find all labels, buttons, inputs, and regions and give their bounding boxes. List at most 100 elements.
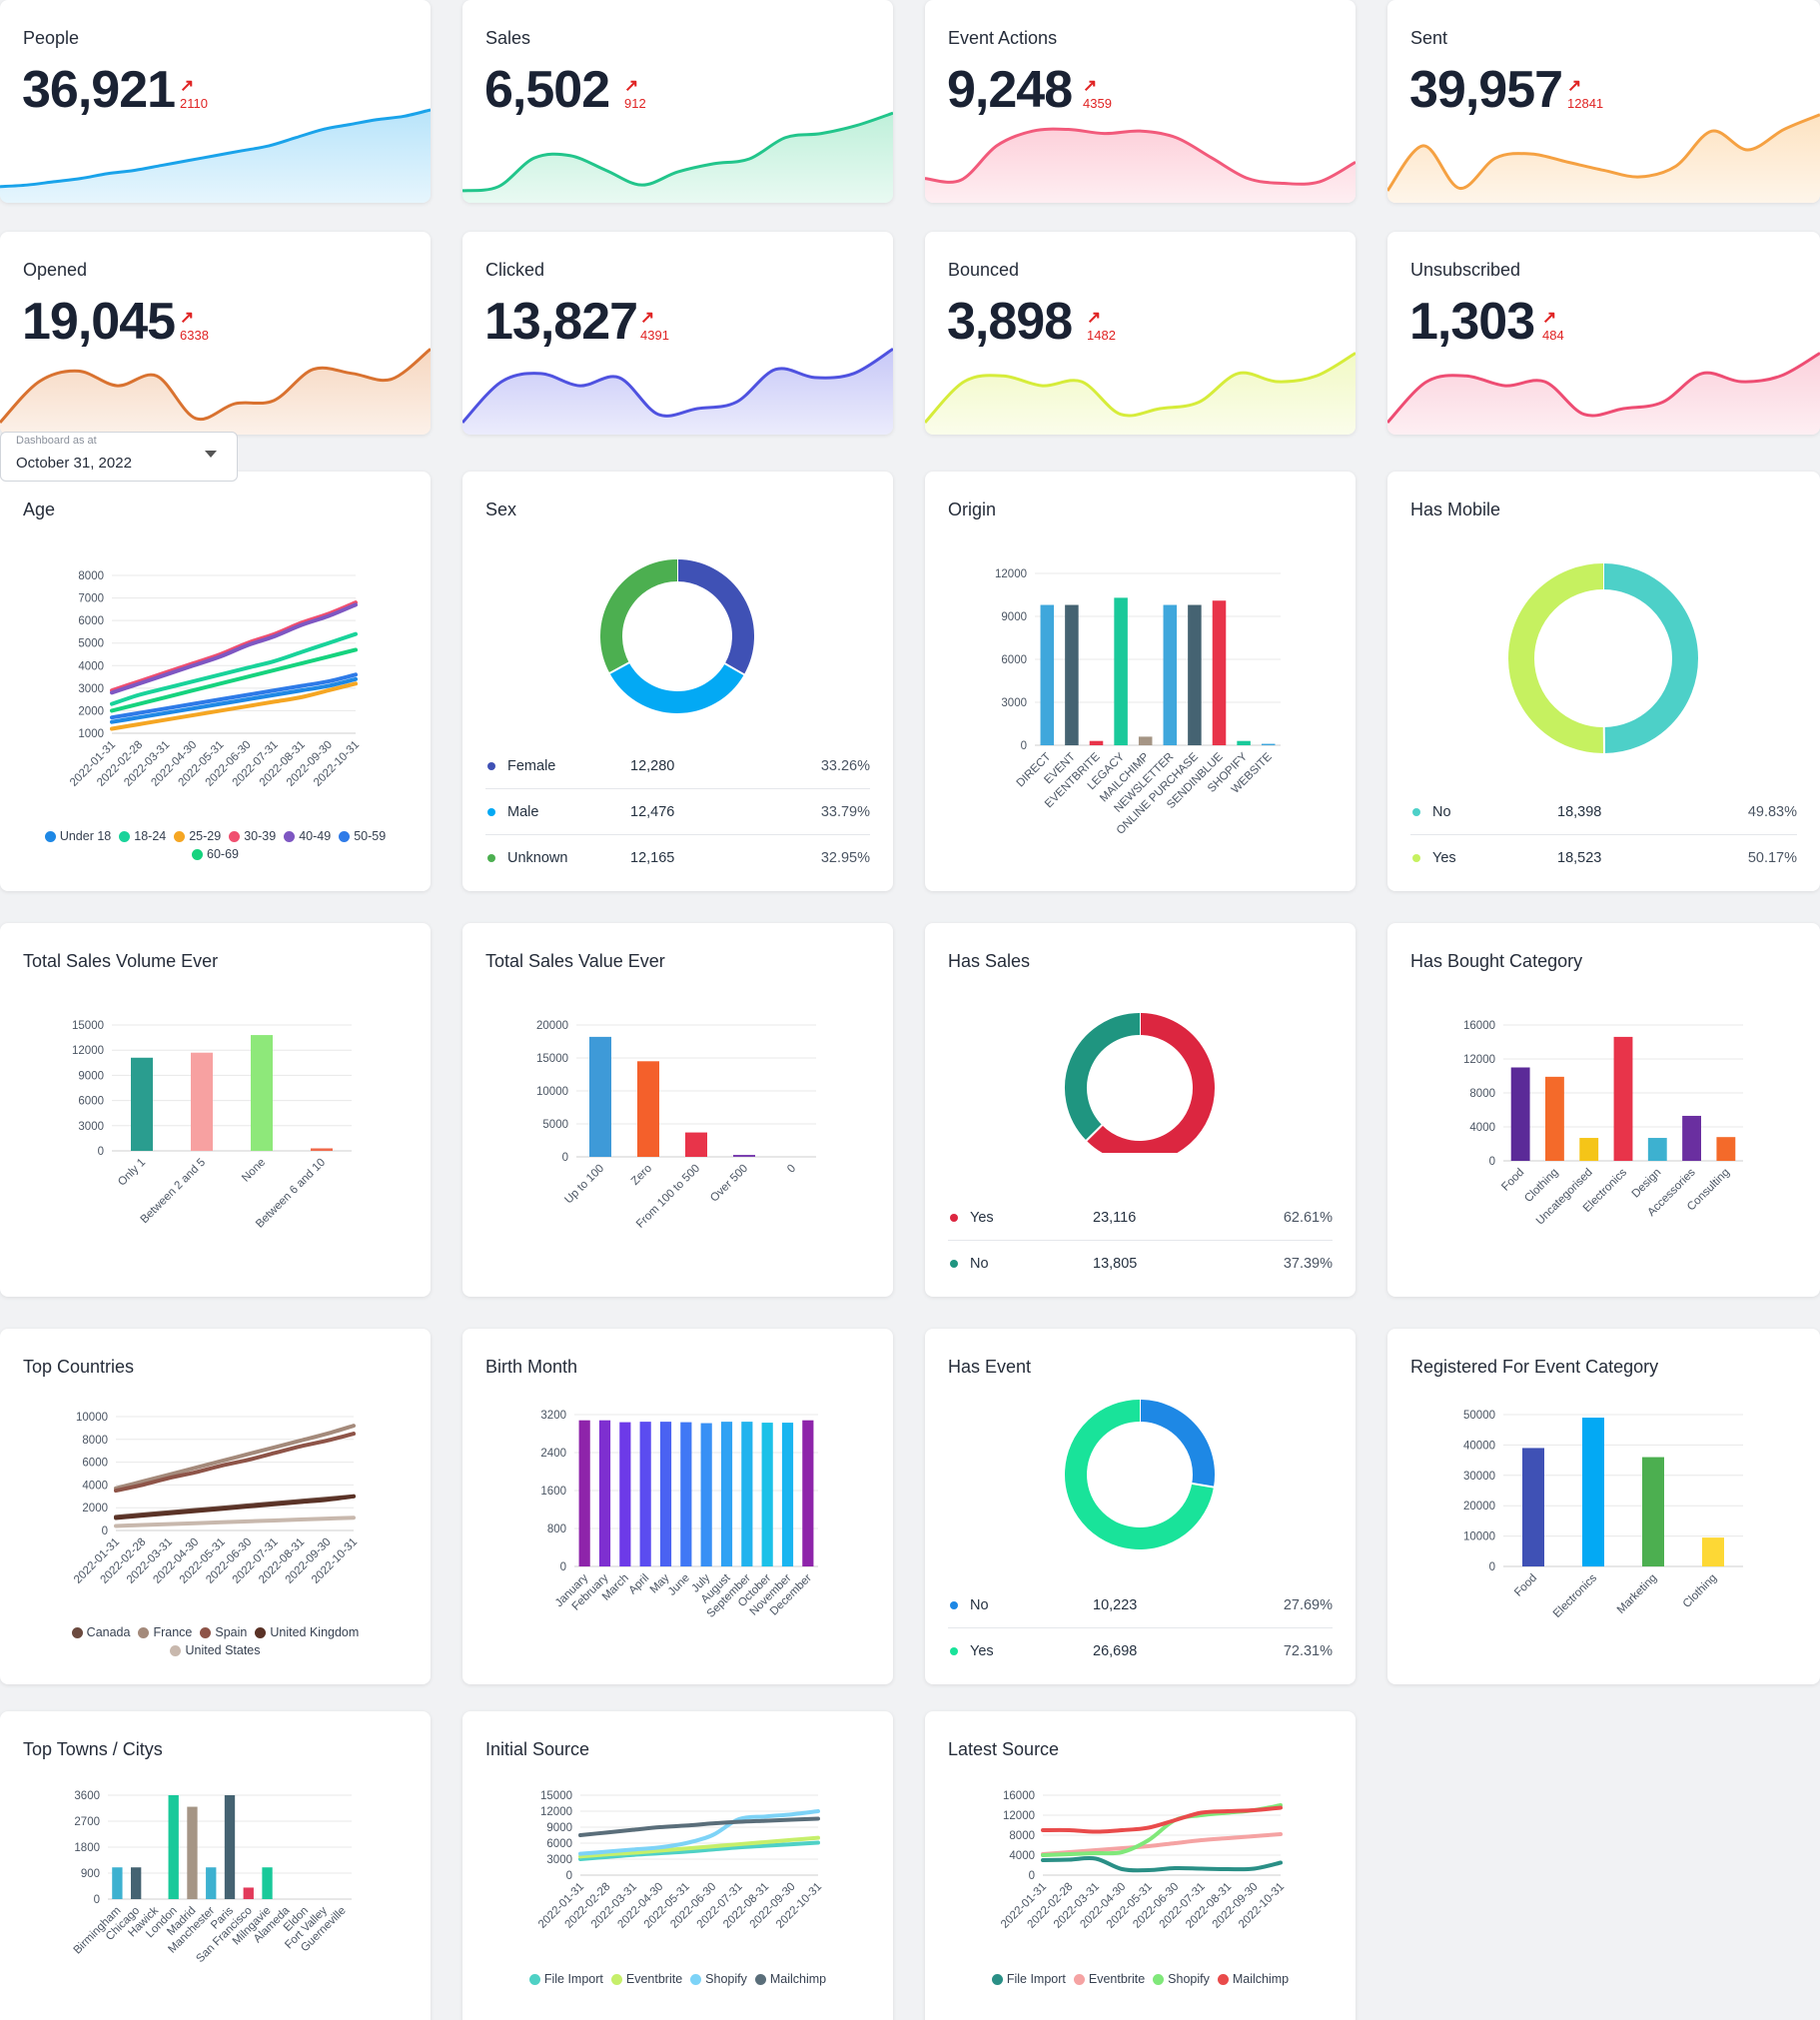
legend-item[interactable]: Spain — [200, 1625, 247, 1639]
legend-item[interactable]: 50-59 — [339, 829, 386, 843]
donut-slice — [1508, 563, 1605, 753]
donut-slice — [1065, 1013, 1141, 1141]
kpi-card-unsubscribed: Unsubscribed 1,303 ↗ 484 — [1387, 232, 1820, 435]
y-tick-label: 0 — [1029, 1870, 1035, 1882]
bar — [1261, 743, 1276, 745]
kpi-title: Opened — [23, 260, 88, 280]
table-row: No 13,805 37.39% — [948, 1241, 1333, 1287]
row-swatch — [487, 807, 495, 816]
kpi-sparkline — [925, 352, 1356, 435]
age-line-chart: 100020003000400050006000700080002022-01-… — [68, 570, 362, 789]
legend-swatch — [339, 830, 351, 842]
y-tick-label: 1000 — [78, 728, 104, 740]
legend-item[interactable]: Mailchimp — [754, 1972, 826, 1986]
row-label: Male — [507, 803, 539, 820]
registered-event-category-bar-chart: 0 10000 20000 30000 40000 50000 Food Electronic… — [1463, 1410, 1743, 1620]
y-tick-label: 10000 — [536, 1086, 568, 1098]
kpi-card-sales: Sales 6,502 ↗ 912 — [462, 0, 893, 203]
sparkline-area — [1387, 353, 1820, 435]
legend-label: 50-59 — [354, 829, 387, 843]
y-tick-label: 3000 — [78, 683, 104, 695]
sparkline-area — [1387, 114, 1820, 203]
legend-item[interactable]: 40-49 — [284, 829, 331, 843]
series-line — [1041, 1855, 1283, 1873]
has-sales-card: Has Sales Yes 23,116 62.61% No 13,805 37.39% — [925, 923, 1356, 1297]
bar — [741, 1422, 753, 1566]
x-tick-label: Only 1 — [116, 1157, 148, 1189]
table-row: Yes 26,698 72.31% — [948, 1628, 1333, 1674]
bar — [589, 1036, 611, 1157]
table-row: No 10,223 27.69% — [948, 1582, 1333, 1628]
y-tick-label: 0 — [98, 1146, 104, 1158]
legend-item[interactable]: Canada — [71, 1625, 131, 1639]
bar — [1163, 604, 1178, 745]
x-tick-label: Up to 100 — [562, 1163, 606, 1207]
y-tick-label: 12000 — [1463, 1054, 1495, 1066]
legend-item[interactable]: File Import — [991, 1972, 1066, 1986]
row-label: Yes — [970, 1209, 994, 1226]
row-percent: 33.79% — [820, 803, 870, 820]
legend-item[interactable]: United Kingdom — [255, 1625, 359, 1639]
legend-item[interactable]: Eventbrite — [1073, 1972, 1146, 1986]
legend-swatch — [71, 1626, 83, 1638]
y-tick-label: 4000 — [1469, 1122, 1495, 1134]
origin-bar-chart: 030006000900012000DIRECTEVENTEVENTBRITEL… — [995, 568, 1281, 837]
donut-slice — [1139, 1400, 1215, 1488]
has-bought-category-bar-chart: 0400080001200016000FoodClothingUncategor… — [1463, 1020, 1743, 1228]
donut-slice — [609, 661, 744, 713]
legend-item[interactable]: Under 18 — [44, 829, 112, 843]
y-tick-label: 9000 — [78, 1070, 104, 1082]
legend-item[interactable]: United States — [170, 1643, 261, 1657]
y-tick-label: 6000 — [1001, 654, 1027, 666]
legend-item[interactable]: 30-39 — [229, 829, 276, 843]
trend-up-icon: ↗ — [1542, 308, 1557, 327]
row-swatch — [950, 1213, 958, 1222]
y-tick-label: 15000 — [72, 1020, 104, 1032]
legend-swatch — [44, 830, 56, 842]
legend-item[interactable]: Mailchimp — [1217, 1972, 1289, 1986]
legend-item[interactable]: 25-29 — [174, 829, 221, 843]
kpi-sparkline — [1387, 113, 1820, 203]
legend-label: Under 18 — [59, 829, 112, 843]
bar — [262, 1867, 273, 1899]
kpi-card-sent: Sent 39,957 ↗ 12841 — [1387, 0, 1820, 203]
latest-source-legend: File Import Eventbrite Shopify Mailchimp — [925, 1972, 1356, 1986]
has-mobile-table: No 18,398 49.83% Yes 18,523 50.17% — [1410, 789, 1797, 881]
birth-month-card: Birth Month 0 800 1600 2400 3200 January Febru… — [462, 1329, 893, 1684]
has-bought-category-card: Has Bought Category 0 4000 8000 12000 16000 F… — [1387, 923, 1820, 1297]
legend-label: Spain — [215, 1625, 248, 1639]
has-sales-table: Yes 23,116 62.61% No 13,805 37.39% — [948, 1195, 1333, 1287]
age-legend: Under 18 18-24 25-29 30-39 40-49 50-59 60-69 — [0, 829, 431, 861]
legend-item[interactable]: File Import — [528, 1972, 603, 1986]
legend-item[interactable]: 60-69 — [192, 847, 239, 861]
row-swatch — [487, 854, 495, 862]
kpi-sparkline — [462, 348, 893, 435]
x-tick-label: Clothing — [1681, 1572, 1719, 1610]
row-value: 26,698 — [1093, 1643, 1138, 1659]
legend-label: Canada — [86, 1625, 131, 1639]
y-tick-label: 2000 — [78, 705, 104, 717]
legend-swatch — [119, 830, 131, 842]
y-tick-label: 3200 — [540, 1410, 566, 1422]
legend-label: File Import — [1006, 1972, 1066, 1986]
legend-item[interactable]: Eventbrite — [610, 1972, 682, 1986]
birth-month-bar-chart: 0800160024003200JanuaryFebruaryMarchApri… — [540, 1410, 818, 1620]
legend-item[interactable]: Shopify — [1153, 1972, 1210, 1986]
y-tick-label: 0 — [566, 1870, 572, 1882]
row-label: Female — [507, 757, 556, 774]
legend-label: Eventbrite — [1088, 1972, 1146, 1986]
legend-item[interactable]: Shopify — [690, 1972, 747, 1986]
bar — [659, 1422, 672, 1566]
y-tick-label: 4000 — [1009, 1850, 1035, 1862]
legend-item[interactable]: 18-24 — [119, 829, 166, 843]
top-towns-bar-chart: 0900180027003600BirminghamChicagoHawickL… — [72, 1790, 352, 1965]
top-countries-card: Top Countries 0 2000 4000 6000 8000 10000 2022… — [0, 1329, 431, 1684]
row-label: Unknown — [507, 850, 568, 866]
legend-item[interactable]: France — [138, 1625, 192, 1639]
row-percent: 27.69% — [1283, 1596, 1333, 1613]
has-mobile-card: Has Mobile No 18,398 49.83% Yes 18,523 50.17% — [1387, 472, 1820, 891]
donut-slice — [1602, 563, 1698, 753]
dashboard-date-select[interactable]: Dashboard as at October 31, 2022 — [0, 432, 238, 482]
table-row: No 18,398 49.83% — [1410, 789, 1797, 835]
row-value: 23,116 — [1093, 1209, 1137, 1226]
